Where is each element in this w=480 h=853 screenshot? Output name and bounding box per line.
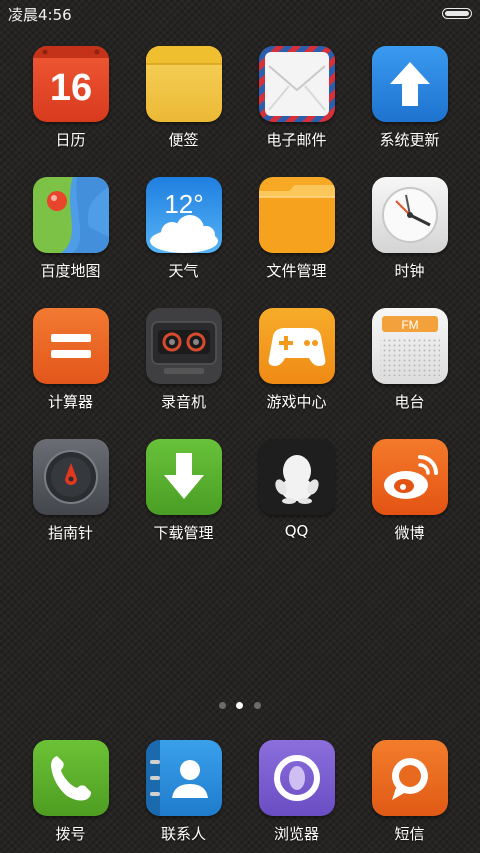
download-arrow-icon [146, 439, 222, 515]
app-label: 下载管理 [153, 524, 214, 542]
page-dot[interactable] [254, 702, 261, 709]
page-indicator [0, 702, 480, 712]
dock: 拨号 联系人 浏览器 短信 [0, 738, 480, 853]
dock-browser[interactable]: 浏览器 [240, 740, 353, 852]
weather-icon: 12° [146, 177, 222, 253]
app-downloads[interactable]: 下载管理 [127, 439, 240, 551]
app-label: 指南针 [47, 524, 93, 542]
app-games[interactable]: 游戏中心 [240, 308, 353, 420]
app-radio[interactable]: FM 电台 [353, 308, 466, 420]
app-label: 浏览器 [273, 825, 319, 843]
app-label: 微博 [394, 524, 425, 542]
radio-icon: FM [372, 308, 448, 384]
app-label: 文件管理 [266, 262, 327, 280]
calculator-icon [33, 308, 109, 384]
qq-penguin-icon [259, 439, 335, 515]
calendar-day: 16 [50, 67, 92, 109]
app-label: 游戏中心 [266, 393, 327, 411]
dock-messages[interactable]: 短信 [353, 740, 466, 852]
app-label: 天气 [168, 262, 199, 280]
radio-badge: FM [401, 318, 418, 332]
app-label: 短信 [394, 825, 425, 843]
app-label: 系统更新 [379, 131, 440, 149]
app-clock[interactable]: 时钟 [353, 177, 466, 289]
weather-temp: 12° [164, 189, 203, 219]
dock-phone[interactable]: 拨号 [14, 740, 127, 852]
app-weather[interactable]: 12° 天气 [127, 177, 240, 289]
weibo-icon [372, 439, 448, 515]
folder-icon [259, 177, 335, 253]
compass-icon [33, 439, 109, 515]
notes-icon [146, 46, 222, 122]
app-updater[interactable]: 系统更新 [353, 46, 466, 158]
dock-contacts[interactable]: 联系人 [127, 740, 240, 852]
contacts-icon [146, 740, 222, 816]
battery-icon [442, 8, 472, 19]
app-recorder[interactable]: 录音机 [127, 308, 240, 420]
phone-icon [33, 740, 109, 816]
calendar-icon: 16 [33, 46, 109, 122]
map-icon [33, 177, 109, 253]
app-label: 拨号 [55, 825, 86, 843]
update-arrow-icon [372, 46, 448, 122]
app-label: 便签 [168, 131, 199, 149]
page-dot[interactable] [219, 702, 226, 709]
app-calculator[interactable]: 计算器 [14, 308, 127, 420]
app-label: 百度地图 [40, 262, 101, 280]
app-weibo[interactable]: 微博 [353, 439, 466, 551]
app-maps[interactable]: 百度地图 [14, 177, 127, 289]
app-files[interactable]: 文件管理 [240, 177, 353, 289]
app-label: 录音机 [160, 393, 206, 411]
app-label: 联系人 [160, 825, 206, 843]
email-icon [259, 46, 335, 122]
app-label: 电台 [394, 393, 425, 411]
app-qq[interactable]: QQ [240, 439, 353, 551]
app-notes[interactable]: 便签 [127, 46, 240, 158]
gamepad-icon [259, 308, 335, 384]
app-label: 时钟 [394, 262, 425, 280]
page-dot-active[interactable] [236, 702, 243, 709]
app-calendar[interactable]: 16 日历 [14, 46, 127, 158]
message-icon [372, 740, 448, 816]
app-label: 电子邮件 [266, 131, 327, 149]
browser-icon [259, 740, 335, 816]
app-email[interactable]: 电子邮件 [240, 46, 353, 158]
app-label: QQ [284, 522, 309, 540]
status-time: 凌晨4:56 [8, 6, 72, 24]
app-label: 计算器 [47, 393, 93, 411]
app-compass[interactable]: 指南针 [14, 439, 127, 551]
cassette-icon [146, 308, 222, 384]
status-bar: 凌晨4:56 [0, 0, 480, 28]
app-label: 日历 [55, 131, 86, 149]
clock-icon [372, 177, 448, 253]
